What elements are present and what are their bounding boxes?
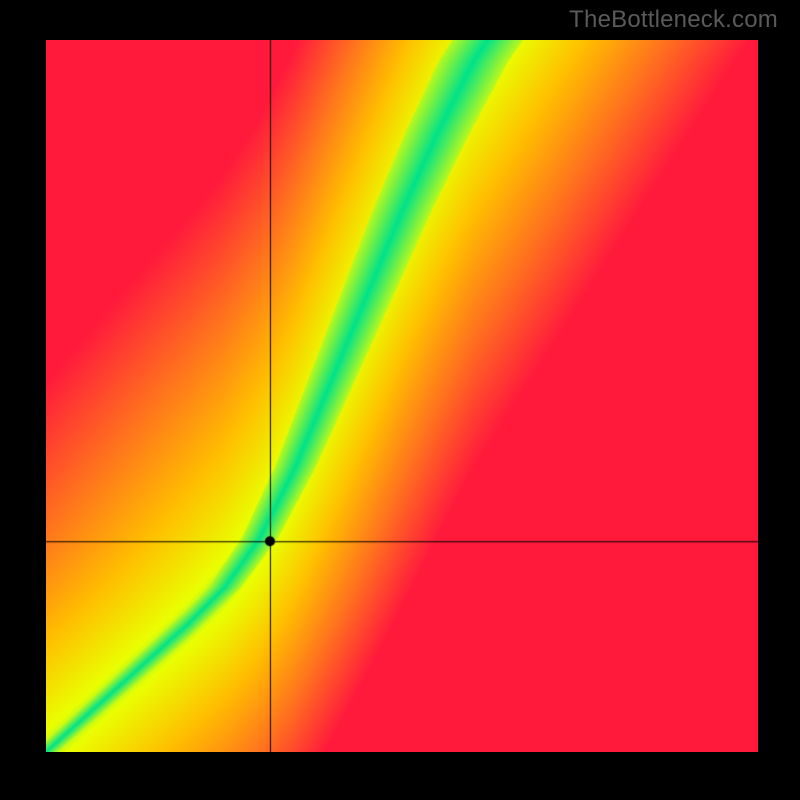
- watermark-text: TheBottleneck.com: [569, 6, 778, 34]
- chart-frame: TheBottleneck.com: [0, 0, 800, 800]
- heatmap-plot: [46, 40, 758, 752]
- heatmap-canvas: [46, 40, 758, 752]
